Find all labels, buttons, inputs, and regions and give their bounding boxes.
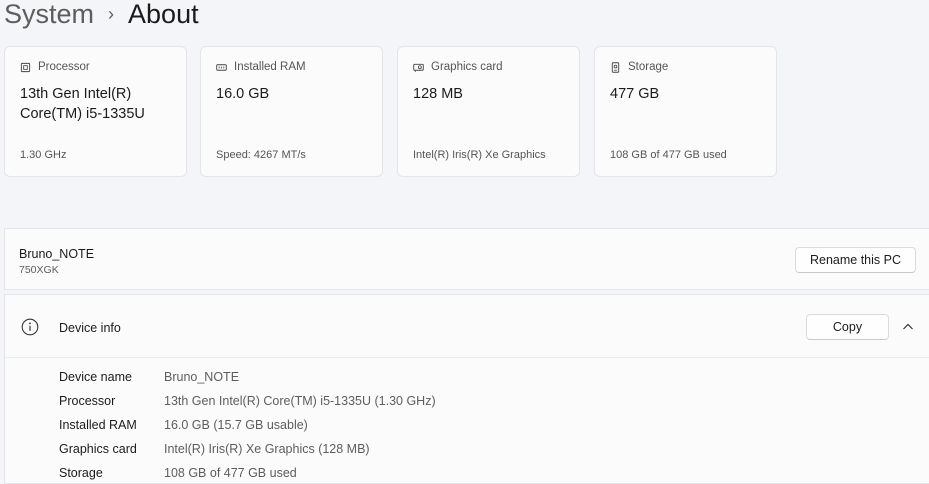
breadcrumb-system-link[interactable]: System (4, 0, 94, 30)
graphics-card-icon (413, 63, 424, 72)
spec-value: Intel(R) Iris(R) Xe Graphics (128 MB) (164, 442, 370, 456)
spec-value: 16.0 GB (15.7 GB usable) (164, 418, 308, 432)
processor-card: Processor 13th Gen Intel(R) Core(TM) i5-… (4, 46, 187, 177)
info-icon (21, 318, 39, 336)
card-subtext: Speed: 4267 MT/s (216, 149, 306, 161)
card-subtext: Intel(R) Iris(R) Xe Graphics (413, 149, 546, 161)
chevron-up-icon[interactable] (901, 320, 915, 334)
card-label: Graphics card (431, 61, 503, 73)
device-info-header[interactable]: Device info Copy (5, 295, 929, 358)
processor-icon (20, 62, 31, 72)
card-value: 16.0 GB (216, 86, 270, 102)
storage-card: Storage 477 GB 108 GB of 477 GB used (594, 46, 777, 177)
ram-card: Installed RAM 16.0 GB Speed: 4267 MT/s (200, 46, 383, 177)
spec-value: 108 GB of 477 GB used (164, 466, 297, 480)
breadcrumb: System › About (4, 0, 199, 32)
ram-icon (216, 63, 227, 71)
card-subtext: 1.30 GHz (20, 149, 67, 161)
card-label: Processor (38, 61, 90, 73)
chevron-right-icon: › (108, 3, 115, 24)
spec-label: Device name (59, 370, 132, 384)
device-info-panel: Device info Copy Device name Bruno_NOTE … (4, 294, 929, 484)
spec-value: Bruno_NOTE (164, 370, 240, 384)
graphics-card-card: Graphics card 128 MB Intel(R) Iris(R) Xe… (397, 46, 580, 177)
card-subtext: 108 GB of 477 GB used (610, 149, 727, 161)
copy-button[interactable]: Copy (806, 314, 889, 340)
spec-label: Installed RAM (59, 418, 137, 432)
page-title: About (128, 0, 199, 29)
device-info-title: Device info (59, 321, 121, 335)
spec-value: 13th Gen Intel(R) Core(TM) i5-1335U (1.3… (164, 394, 436, 408)
spec-label: Graphics card (59, 442, 137, 456)
card-value: 128 MB (413, 86, 463, 102)
card-label: Storage (628, 61, 669, 73)
pc-name-panel: Bruno_NOTE 750XGK Rename this PC (4, 228, 929, 290)
card-label: Installed RAM (234, 61, 306, 73)
pc-name: Bruno_NOTE (19, 247, 95, 261)
spec-label: Processor (59, 394, 116, 408)
storage-icon (611, 61, 620, 73)
spec-label: Storage (59, 466, 103, 480)
card-value: 477 GB (610, 86, 660, 102)
card-value: 13th Gen Intel(R) Core(TM) i5-1335U (20, 86, 145, 122)
pc-model: 750XGK (19, 264, 59, 276)
rename-pc-button[interactable]: Rename this PC (795, 247, 916, 273)
